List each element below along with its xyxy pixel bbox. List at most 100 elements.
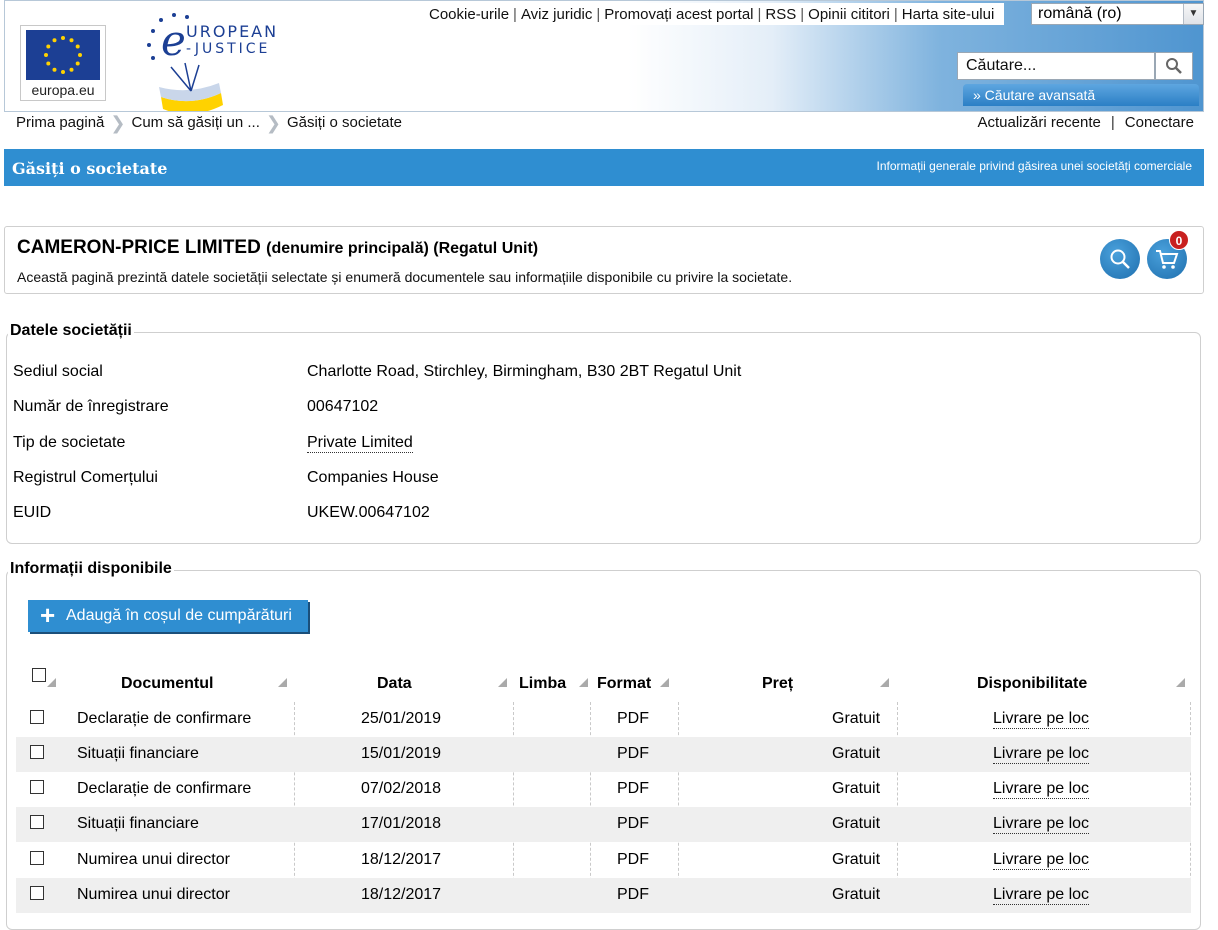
column-header-price[interactable]: Preț: [762, 664, 793, 704]
svg-text:e: e: [161, 16, 186, 65]
link-recent-updates[interactable]: Actualizări recente: [977, 112, 1100, 134]
top-links: Cookie-urile | Aviz juridic | Promovați ac…: [419, 3, 1005, 25]
company-name-suffix: (denumire principală) (Regatul Unit): [266, 240, 539, 257]
search-company-button[interactable]: [1100, 239, 1140, 279]
cell-format: PDF: [617, 815, 649, 832]
link-feedback[interactable]: Opinii cititori: [804, 6, 894, 23]
cell-format: PDF: [617, 710, 649, 727]
select-all-checkbox[interactable]: [32, 668, 46, 684]
details-legend: Datele societății: [8, 322, 134, 340]
company-title: CAMERON-PRICE LIMITED (denumire principa…: [17, 237, 538, 259]
row-checkbox[interactable]: [30, 710, 44, 724]
search-icon: [1166, 58, 1182, 74]
add-to-cart-label: Adaugă în coșul de cumpărături: [66, 607, 292, 624]
cell-date: 17/01/2018: [361, 815, 442, 832]
link-login[interactable]: Conectare: [1125, 112, 1194, 134]
europa-label: europa.eu: [31, 82, 95, 98]
sort-icon[interactable]: [880, 678, 889, 687]
breadcrumb-how-to-find[interactable]: Cum să găsiți un ...: [131, 112, 259, 134]
available-info-legend: Informații disponibile: [8, 560, 174, 578]
cell-format: PDF: [617, 886, 649, 903]
availability-link[interactable]: Livrare pe loc: [993, 745, 1090, 764]
search-input[interactable]: Căutare...: [957, 52, 1155, 80]
detail-label: Număr de înregistrare: [13, 398, 169, 415]
eu-flag-icon: [26, 30, 100, 80]
breadcrumb-find-company: Găsiți o societate: [286, 114, 403, 131]
chevron-down-icon[interactable]: ▼: [1183, 4, 1203, 24]
cell-price: Gratuit: [832, 815, 881, 832]
advanced-search-link[interactable]: » Căutare avansată: [963, 84, 1199, 106]
cell-date: 18/12/2017: [361, 851, 442, 868]
detail-label: Tip de societate: [13, 434, 126, 451]
cell-date: 25/01/2019: [361, 710, 442, 727]
cart-icon: [1156, 250, 1179, 269]
sort-icon[interactable]: [579, 678, 588, 687]
sort-icon[interactable]: [278, 678, 287, 687]
language-value: română (ro): [1038, 5, 1122, 22]
row-checkbox[interactable]: [30, 886, 44, 900]
svg-text:UROPEAN: UROPEAN: [186, 22, 278, 41]
svg-text:-JUSTICE: -JUSTICE: [186, 41, 270, 57]
row-checkbox[interactable]: [30, 745, 44, 759]
detail-label: EUID: [13, 504, 52, 521]
page-title-bar: Găsiți o societate Informații generale p…: [4, 149, 1204, 186]
link-cookies[interactable]: Cookie-urile: [425, 6, 513, 23]
breadcrumb: Prima pagină ❯ Cum să găsiți un ... ❯ Gă…: [4, 111, 1204, 134]
chevron-right-icon: ❯: [265, 113, 281, 133]
cart-count-badge: 0: [1169, 230, 1189, 250]
table-row: Situații financiare 17/01/2018 PDF Gratu…: [16, 807, 1191, 842]
availability-link[interactable]: Livrare pe loc: [993, 780, 1090, 799]
magnifier-icon: [1110, 249, 1130, 269]
row-checkbox[interactable]: [30, 815, 44, 829]
detail-value: Charlotte Road, Stirchley, Birmingham, B…: [307, 363, 742, 380]
detail-value: 00647102: [307, 398, 379, 415]
breadcrumb-home[interactable]: Prima pagină: [16, 112, 104, 134]
chevron-right-icon: ❯: [110, 113, 126, 133]
cell-document: Situații financiare: [77, 745, 199, 762]
european-ejustice-logo[interactable]: e UROPEAN -JUSTICE: [141, 11, 311, 121]
cell-price: Gratuit: [832, 745, 881, 762]
link-legal-notice[interactable]: Aviz juridic: [517, 6, 596, 23]
link-rss[interactable]: RSS: [761, 6, 800, 23]
cell-document: Declarație de confirmare: [77, 780, 252, 797]
cell-date: 18/12/2017: [361, 886, 442, 903]
table-row: Situații financiare 15/01/2019 PDF Gratu…: [16, 737, 1191, 772]
detail-value: UKEW.00647102: [307, 504, 430, 521]
column-header-date[interactable]: Data: [377, 664, 412, 704]
sort-icon[interactable]: [660, 678, 669, 687]
general-info-link[interactable]: Informații generale privind găsirea unei…: [877, 159, 1193, 173]
add-to-cart-button[interactable]: + Adaugă în coșul de cumpărături: [28, 600, 308, 632]
search-button[interactable]: [1155, 52, 1193, 80]
column-header-format[interactable]: Format: [597, 664, 651, 704]
table-row: Declarație de confirmare 25/01/2019 PDF …: [16, 702, 1191, 737]
row-checkbox[interactable]: [30, 851, 44, 865]
cell-document: Numirea unui director: [77, 886, 230, 903]
link-sitemap[interactable]: Harta site-ului: [898, 6, 999, 23]
search-placeholder: Căutare...: [966, 57, 1037, 74]
column-header-availability[interactable]: Disponibilitate: [977, 664, 1087, 704]
column-header-language[interactable]: Limba: [519, 664, 566, 704]
cell-price: Gratuit: [832, 780, 881, 797]
sort-icon[interactable]: [1176, 678, 1185, 687]
availability-link[interactable]: Livrare pe loc: [993, 710, 1090, 729]
language-select[interactable]: română (ro) ▼: [1031, 3, 1204, 25]
table-row: Declarație de confirmare 07/02/2018 PDF …: [16, 772, 1191, 807]
cell-format: PDF: [617, 851, 649, 868]
europa-logo[interactable]: europa.eu: [20, 25, 106, 101]
cell-document: Situații financiare: [77, 815, 199, 832]
cell-date: 15/01/2019: [361, 745, 442, 762]
detail-value: Companies House: [307, 469, 439, 486]
plus-icon: +: [40, 600, 56, 630]
cell-price: Gratuit: [832, 851, 881, 868]
row-checkbox[interactable]: [30, 780, 44, 794]
company-type-link[interactable]: Private Limited: [307, 434, 413, 453]
availability-link[interactable]: Livrare pe loc: [993, 886, 1090, 905]
availability-link[interactable]: Livrare pe loc: [993, 815, 1090, 834]
availability-link[interactable]: Livrare pe loc: [993, 851, 1090, 870]
column-header-document[interactable]: Documentul: [121, 664, 213, 704]
cell-document: Declarație de confirmare: [77, 710, 252, 727]
sort-icon[interactable]: [47, 678, 56, 687]
company-header-card: CAMERON-PRICE LIMITED (denumire principa…: [4, 226, 1204, 294]
sort-icon[interactable]: [498, 678, 507, 687]
link-promote-portal[interactable]: Promovați acest portal: [600, 6, 757, 23]
